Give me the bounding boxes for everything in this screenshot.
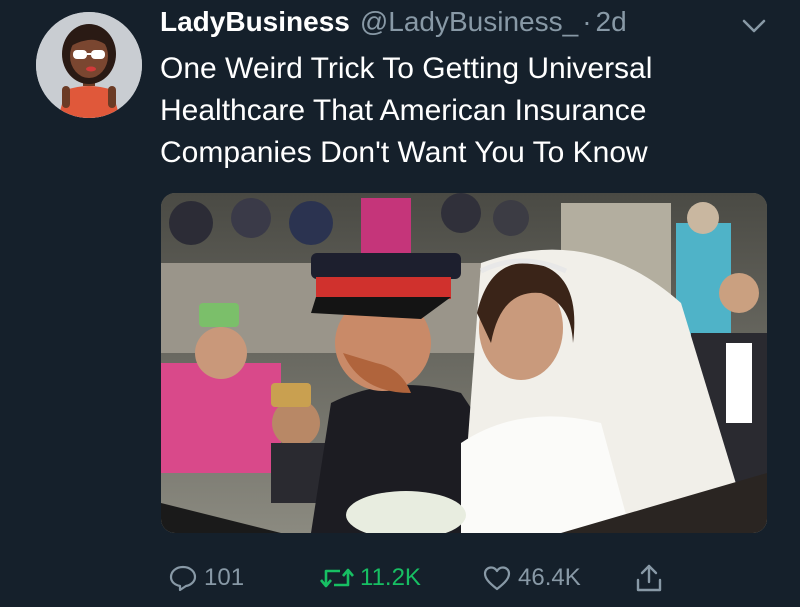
retweet-icon bbox=[320, 568, 354, 588]
avatar[interactable] bbox=[36, 12, 142, 118]
tweet-text-line: Healthcare That American Insurance bbox=[160, 94, 647, 127]
tweet-actions: 101 11.2K 46.4K bbox=[160, 558, 720, 598]
retweet-button[interactable]: 11.2K bbox=[320, 558, 421, 598]
user-handle[interactable]: @LadyBusiness_ bbox=[360, 6, 578, 38]
photo-illustration bbox=[161, 193, 767, 533]
tweet-timestamp[interactable]: 2d bbox=[596, 6, 627, 38]
tweet-text-line: Companies Don't Want You To Know bbox=[160, 136, 648, 169]
tweet-text: One Weird Trick To Getting Universal Hea… bbox=[160, 48, 760, 174]
share-button[interactable] bbox=[634, 558, 670, 598]
tweet-media-image[interactable] bbox=[161, 193, 767, 533]
tweet-text-line: One Weird Trick To Getting Universal bbox=[160, 52, 653, 85]
reply-icon bbox=[169, 565, 197, 592]
like-button[interactable]: 46.4K bbox=[482, 558, 581, 598]
heart-icon bbox=[483, 566, 511, 591]
retweet-count: 11.2K bbox=[360, 564, 421, 591]
chevron-down-icon[interactable] bbox=[740, 14, 768, 38]
display-name[interactable]: LadyBusiness bbox=[160, 6, 350, 38]
separator-dot: · bbox=[582, 6, 592, 37]
avatar-illustration bbox=[36, 12, 142, 118]
tweet-header: LadyBusiness @LadyBusiness_ · 2d bbox=[160, 6, 760, 46]
reply-count: 101 bbox=[204, 564, 245, 591]
like-count: 46.4K bbox=[518, 564, 581, 591]
reply-button[interactable]: 101 bbox=[168, 558, 244, 598]
share-icon bbox=[636, 564, 662, 592]
